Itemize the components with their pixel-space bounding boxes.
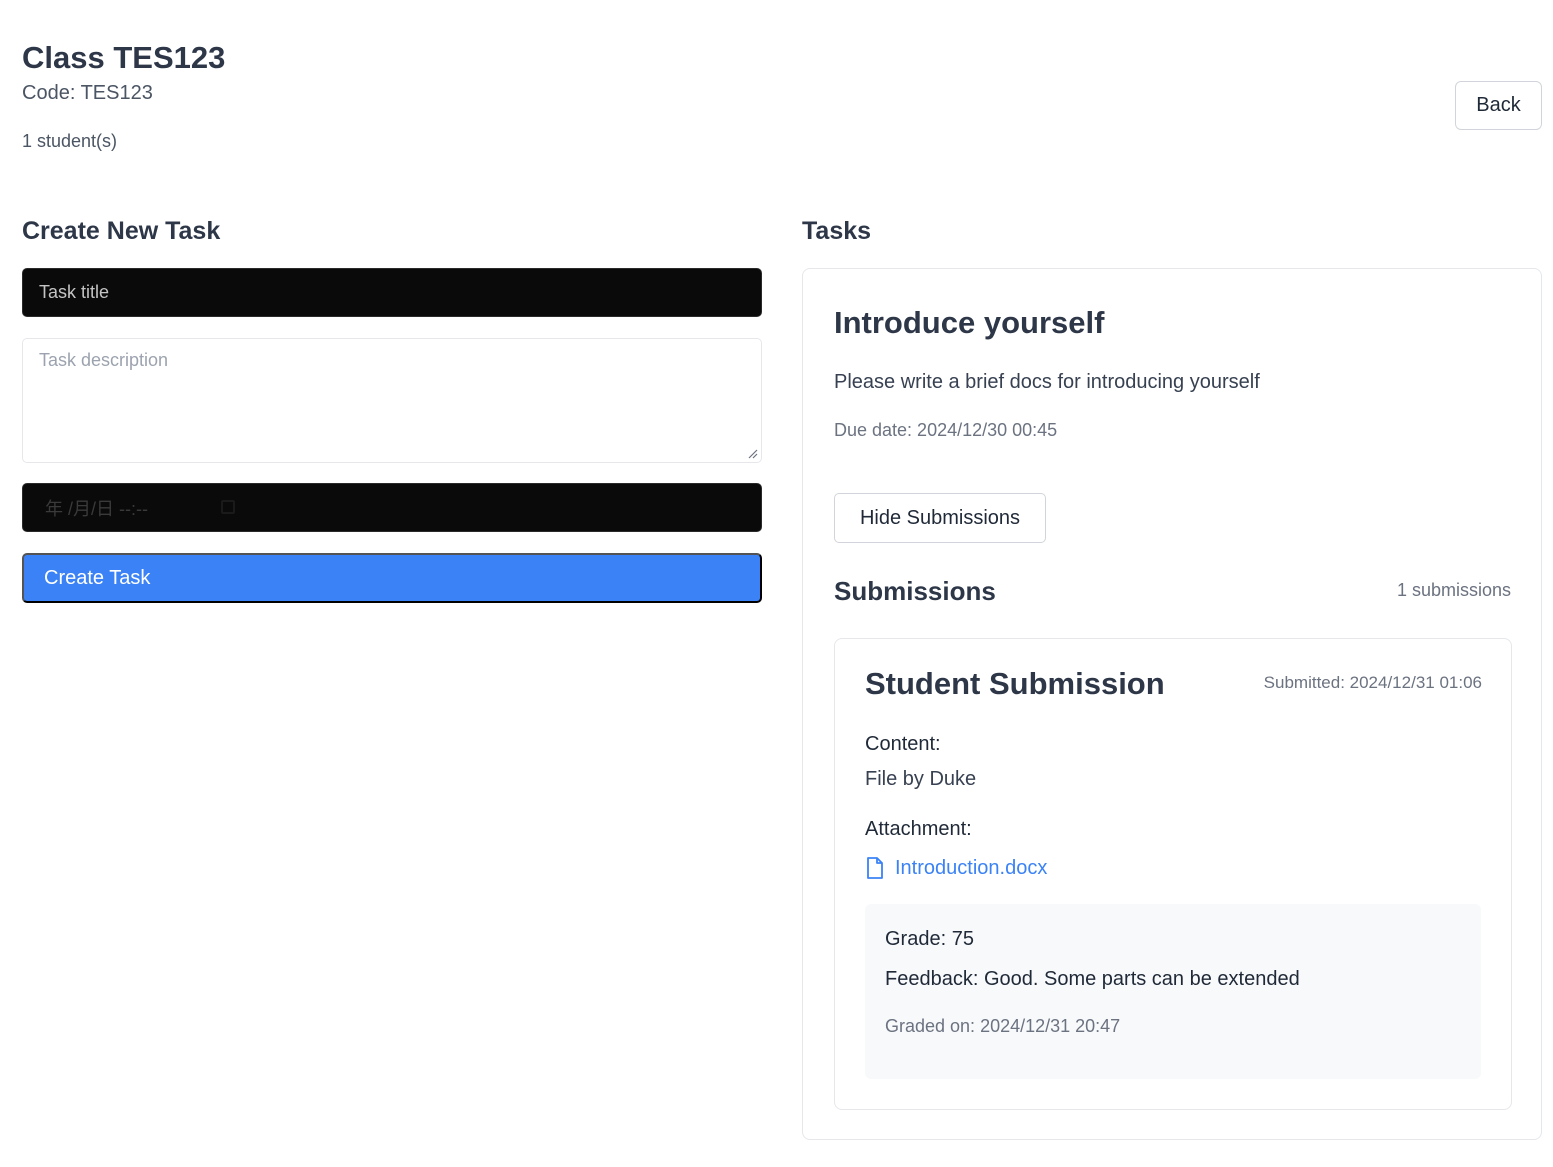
back-button[interactable]: Back xyxy=(1455,81,1542,130)
feedback-text: Feedback: Good. Some parts can be extend… xyxy=(885,968,1300,990)
create-task-heading: Create New Task xyxy=(22,217,221,245)
task-description-input[interactable]: Task description xyxy=(22,338,762,463)
attachment-filename[interactable]: Introduction.docx xyxy=(895,855,1047,881)
task-title-input[interactable]: Task title xyxy=(22,268,762,317)
class-code: Code: TES123 xyxy=(22,82,153,104)
submitted-date: Submitted: 2024/12/31 01:06 xyxy=(1263,673,1482,692)
content-label: Content: xyxy=(865,733,941,755)
file-icon xyxy=(867,857,883,879)
calendar-icon[interactable] xyxy=(221,500,235,514)
student-count: 1 student(s) xyxy=(22,131,118,151)
submission-card: Student Submission Submitted: 2024/12/31… xyxy=(834,638,1512,1110)
hide-submissions-button[interactable]: Hide Submissions xyxy=(834,493,1046,543)
attachment-link[interactable]: Introduction.docx xyxy=(865,855,1047,881)
tasks-heading: Tasks xyxy=(802,217,872,245)
submission-title: Student Submission xyxy=(865,666,1165,701)
submissions-heading: Submissions xyxy=(834,576,996,606)
task-title: Introduce yourself xyxy=(834,305,1105,340)
graded-on-date: Graded on: 2024/12/31 20:47 xyxy=(885,1016,1121,1036)
content-value: File by Duke xyxy=(865,768,977,790)
submissions-count: 1 submissions xyxy=(1396,580,1511,600)
task-due-date: Due date: 2024/12/30 00:45 xyxy=(834,420,1058,440)
task-title-placeholder: Task title xyxy=(39,282,110,302)
task-due-date-placeholder: 年 /月/日 --:-- xyxy=(45,498,148,519)
grade-value: Grade: 75 xyxy=(885,928,974,950)
task-description: Please write a brief docs for introducin… xyxy=(834,371,1260,393)
class-title: Class TES123 xyxy=(22,40,226,75)
task-card: Introduce yourself Please write a brief … xyxy=(802,268,1542,1140)
create-task-button[interactable]: Create Task xyxy=(22,553,762,603)
grade-box: Grade: 75 Feedback: Good. Some parts can… xyxy=(865,904,1481,1079)
resize-handle-icon[interactable] xyxy=(748,449,758,459)
class-detail-page: Class TES123 Code: TES123 1 student(s) B… xyxy=(0,0,1553,1167)
task-due-date-input[interactable]: 年 /月/日 --:-- xyxy=(22,483,762,532)
attachment-label: Attachment: xyxy=(865,818,972,840)
task-description-placeholder: Task description xyxy=(39,350,169,370)
